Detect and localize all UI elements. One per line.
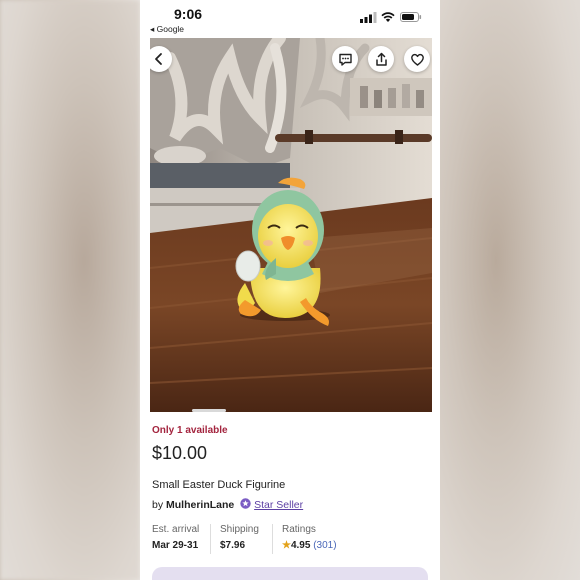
chevron-left-icon [155,53,162,65]
divider [272,524,273,554]
phone-screen: 9:06 ◂ Google Only 1 available $10.00 Sm… [140,0,440,580]
est-arrival-label: Est. arrival [152,524,200,535]
star-seller-badge-icon [240,498,251,509]
shipping-value: $7.96 [220,540,246,551]
heart-icon [410,53,424,66]
est-arrival: Est. arrival Mar 29-31 [152,524,199,551]
by-label: by [152,499,164,511]
signal-icon [360,12,377,23]
back-to-app-link[interactable]: ◂ Google [150,24,184,35]
status-time: 9:06 [174,6,203,22]
message-icon [338,53,352,66]
battery-icon [400,12,422,22]
message-seller-button[interactable] [332,46,358,72]
wifi-icon [381,12,395,22]
seller-line: by MulherinLane Star Seller [152,498,303,511]
ratings-label: Ratings [282,524,316,535]
background-blur-left [0,0,140,580]
rating-value: 4.95 [290,540,311,551]
product-photo[interactable] [150,38,432,412]
rating-count-link[interactable]: (301) [313,540,336,551]
listing-title: Small Easter Duck Figurine [152,479,286,491]
shelf-items [350,78,432,116]
divider [210,524,211,554]
rating-star-icon: ★ [282,540,291,551]
add-to-cart-button[interactable] [152,567,428,580]
shipping-label: Shipping [220,524,259,535]
ratings[interactable]: Ratings ★4.95 (301) [282,524,337,551]
background-blur-right [440,0,580,580]
ratings-value-row: ★4.95 (301) [282,540,337,551]
status-bar: 9:06 ◂ Google [140,0,440,38]
availability-text: Only 1 available [152,425,228,436]
carousel-indicator [192,409,226,412]
est-arrival-value: Mar 29-31 [152,540,199,551]
share-button[interactable] [368,46,394,72]
duck-figurine-image [150,38,432,412]
status-icons [360,12,422,23]
share-icon [375,52,387,66]
seller-name-link[interactable]: MulherinLane [166,499,234,511]
shipping: Shipping $7.96 [220,524,259,551]
star-seller-link[interactable]: Star Seller [254,499,303,511]
price: $10.00 [152,443,208,463]
favorite-button[interactable] [404,46,430,72]
